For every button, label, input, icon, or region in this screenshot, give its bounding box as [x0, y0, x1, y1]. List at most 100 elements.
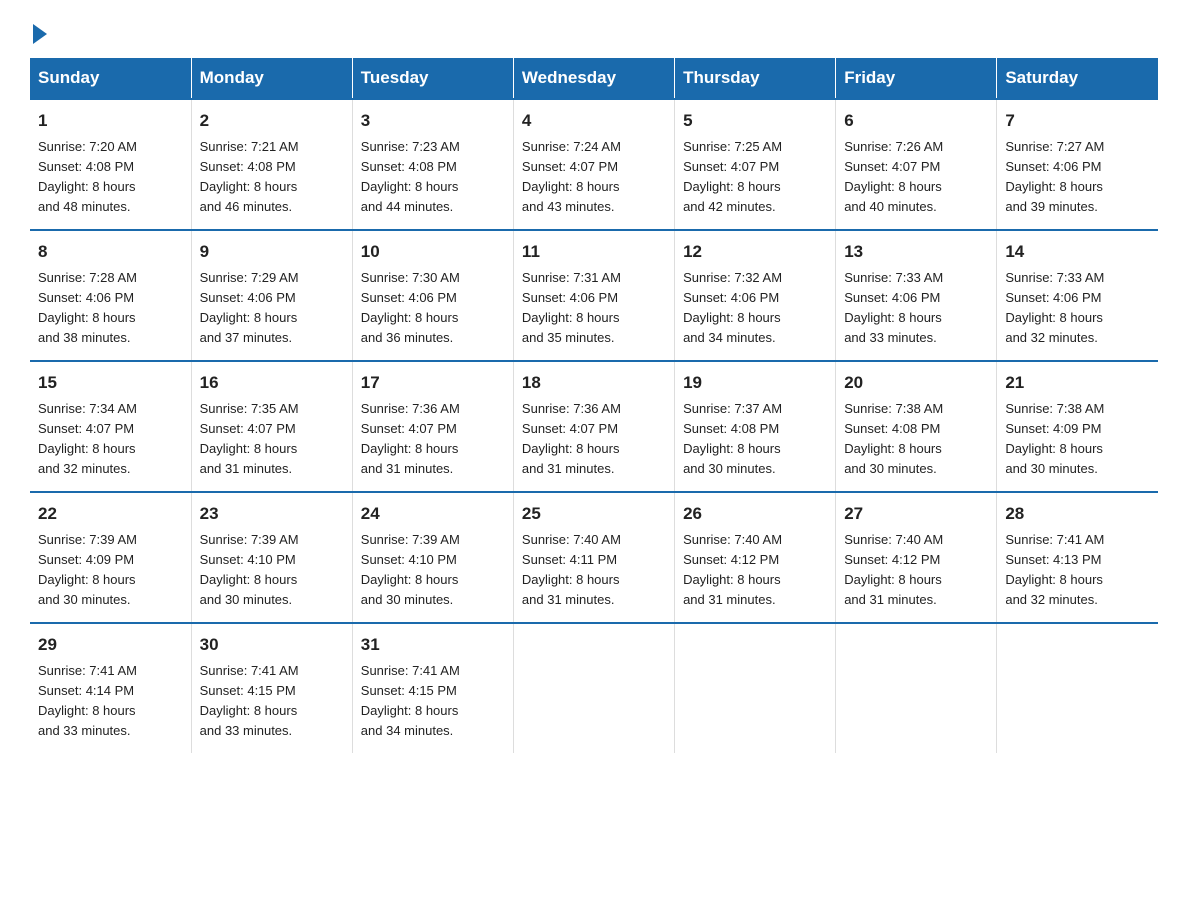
day-info: Sunrise: 7:39 AMSunset: 4:09 PMDaylight:… — [38, 530, 183, 611]
calendar-table: SundayMondayTuesdayWednesdayThursdayFrid… — [30, 58, 1158, 753]
day-info: Sunrise: 7:41 AMSunset: 4:15 PMDaylight:… — [361, 661, 505, 742]
calendar-day-cell: 12 Sunrise: 7:32 AMSunset: 4:06 PMDayligh… — [675, 230, 836, 361]
day-number: 31 — [361, 632, 505, 658]
day-info: Sunrise: 7:39 AMSunset: 4:10 PMDaylight:… — [200, 530, 344, 611]
logo — [30, 20, 47, 40]
calendar-day-cell: 7 Sunrise: 7:27 AMSunset: 4:06 PMDaylight… — [997, 99, 1158, 230]
day-number: 28 — [1005, 501, 1150, 527]
page-header — [30, 20, 1158, 40]
calendar-day-cell: 5Sunrise: 7:25 AMSunset: 4:07 PMDaylight… — [675, 99, 836, 230]
day-info: Sunrise: 7:32 AMSunset: 4:06 PMDaylight:… — [683, 268, 827, 349]
calendar-day-cell: 22 Sunrise: 7:39 AMSunset: 4:09 PMDayligh… — [30, 492, 191, 623]
day-info: Sunrise: 7:30 AMSunset: 4:06 PMDaylight:… — [361, 268, 505, 349]
day-info: Sunrise: 7:27 AMSunset: 4:06 PMDaylight:… — [1005, 137, 1150, 218]
day-number: 7 — [1005, 108, 1150, 134]
calendar-day-cell: 3 Sunrise: 7:23 AMSunset: 4:08 PMDaylight… — [352, 99, 513, 230]
calendar-day-cell: 9 Sunrise: 7:29 AMSunset: 4:06 PMDaylight… — [191, 230, 352, 361]
day-number: 17 — [361, 370, 505, 396]
day-info: Sunrise: 7:40 AMSunset: 4:11 PMDaylight:… — [522, 530, 666, 611]
day-number: 24 — [361, 501, 505, 527]
logo-arrow-icon — [33, 24, 47, 44]
header-day-tuesday: Tuesday — [352, 58, 513, 99]
day-number: 6 — [844, 108, 988, 134]
day-number: 23 — [200, 501, 344, 527]
header-day-sunday: Sunday — [30, 58, 191, 99]
day-number: 30 — [200, 632, 344, 658]
calendar-day-cell: 25 Sunrise: 7:40 AMSunset: 4:11 PMDayligh… — [513, 492, 674, 623]
day-number: 26 — [683, 501, 827, 527]
day-number: 14 — [1005, 239, 1150, 265]
calendar-day-cell: 10 Sunrise: 7:30 AMSunset: 4:06 PMDayligh… — [352, 230, 513, 361]
day-info: Sunrise: 7:41 AMSunset: 4:15 PMDaylight:… — [200, 661, 344, 742]
calendar-day-cell: 13 Sunrise: 7:33 AMSunset: 4:06 PMDayligh… — [836, 230, 997, 361]
header-day-monday: Monday — [191, 58, 352, 99]
day-number: 10 — [361, 239, 505, 265]
day-number: 11 — [522, 239, 666, 265]
calendar-day-cell — [836, 623, 997, 753]
calendar-day-cell: 18Sunrise: 7:36 AMSunset: 4:07 PMDayligh… — [513, 361, 674, 492]
calendar-day-cell: 23 Sunrise: 7:39 AMSunset: 4:10 PMDayligh… — [191, 492, 352, 623]
calendar-day-cell — [513, 623, 674, 753]
day-info: Sunrise: 7:33 AMSunset: 4:06 PMDaylight:… — [844, 268, 988, 349]
day-info: Sunrise: 7:20 AMSunset: 4:08 PMDaylight:… — [38, 137, 183, 218]
calendar-day-cell: 15 Sunrise: 7:34 AMSunset: 4:07 PMDayligh… — [30, 361, 191, 492]
header-day-wednesday: Wednesday — [513, 58, 674, 99]
calendar-day-cell: 26 Sunrise: 7:40 AMSunset: 4:12 PMDayligh… — [675, 492, 836, 623]
day-number: 4 — [522, 108, 666, 134]
day-info: Sunrise: 7:35 AMSunset: 4:07 PMDaylight:… — [200, 399, 344, 480]
day-number: 27 — [844, 501, 988, 527]
day-info: Sunrise: 7:40 AMSunset: 4:12 PMDaylight:… — [844, 530, 988, 611]
calendar-day-cell: 24 Sunrise: 7:39 AMSunset: 4:10 PMDayligh… — [352, 492, 513, 623]
calendar-day-cell: 19 Sunrise: 7:37 AMSunset: 4:08 PMDayligh… — [675, 361, 836, 492]
day-info: Sunrise: 7:36 AMSunset: 4:07 PMDaylight:… — [361, 399, 505, 480]
calendar-body: 1 Sunrise: 7:20 AMSunset: 4:08 PMDaylight… — [30, 99, 1158, 753]
day-number: 15 — [38, 370, 183, 396]
calendar-week-row: 1 Sunrise: 7:20 AMSunset: 4:08 PMDaylight… — [30, 99, 1158, 230]
calendar-day-cell: 16 Sunrise: 7:35 AMSunset: 4:07 PMDayligh… — [191, 361, 352, 492]
day-number: 12 — [683, 239, 827, 265]
day-info: Sunrise: 7:38 AMSunset: 4:08 PMDaylight:… — [844, 399, 988, 480]
calendar-day-cell: 28Sunrise: 7:41 AMSunset: 4:13 PMDayligh… — [997, 492, 1158, 623]
day-info: Sunrise: 7:31 AMSunset: 4:06 PMDaylight:… — [522, 268, 666, 349]
calendar-day-cell: 6 Sunrise: 7:26 AMSunset: 4:07 PMDaylight… — [836, 99, 997, 230]
day-info: Sunrise: 7:37 AMSunset: 4:08 PMDaylight:… — [683, 399, 827, 480]
day-info: Sunrise: 7:26 AMSunset: 4:07 PMDaylight:… — [844, 137, 988, 218]
day-number: 20 — [844, 370, 988, 396]
calendar-week-row: 29Sunrise: 7:41 AMSunset: 4:14 PMDayligh… — [30, 623, 1158, 753]
calendar-day-cell — [675, 623, 836, 753]
day-number: 9 — [200, 239, 344, 265]
calendar-day-cell: 11 Sunrise: 7:31 AMSunset: 4:06 PMDayligh… — [513, 230, 674, 361]
calendar-day-cell: 27 Sunrise: 7:40 AMSunset: 4:12 PMDayligh… — [836, 492, 997, 623]
calendar-week-row: 8 Sunrise: 7:28 AMSunset: 4:06 PMDaylight… — [30, 230, 1158, 361]
day-info: Sunrise: 7:23 AMSunset: 4:08 PMDaylight:… — [361, 137, 505, 218]
day-info: Sunrise: 7:28 AMSunset: 4:06 PMDaylight:… — [38, 268, 183, 349]
calendar-week-row: 15 Sunrise: 7:34 AMSunset: 4:07 PMDayligh… — [30, 361, 1158, 492]
header-day-thursday: Thursday — [675, 58, 836, 99]
day-info: Sunrise: 7:41 AMSunset: 4:14 PMDaylight:… — [38, 661, 183, 742]
calendar-day-cell: 29Sunrise: 7:41 AMSunset: 4:14 PMDayligh… — [30, 623, 191, 753]
day-info: Sunrise: 7:25 AMSunset: 4:07 PMDaylight:… — [683, 137, 827, 218]
day-number: 13 — [844, 239, 988, 265]
day-number: 16 — [200, 370, 344, 396]
day-info: Sunrise: 7:40 AMSunset: 4:12 PMDaylight:… — [683, 530, 827, 611]
day-number: 19 — [683, 370, 827, 396]
calendar-day-cell: 4Sunrise: 7:24 AMSunset: 4:07 PMDaylight… — [513, 99, 674, 230]
calendar-week-row: 22 Sunrise: 7:39 AMSunset: 4:09 PMDayligh… — [30, 492, 1158, 623]
day-number: 25 — [522, 501, 666, 527]
day-info: Sunrise: 7:29 AMSunset: 4:06 PMDaylight:… — [200, 268, 344, 349]
day-info: Sunrise: 7:38 AMSunset: 4:09 PMDaylight:… — [1005, 399, 1150, 480]
header-row: SundayMondayTuesdayWednesdayThursdayFrid… — [30, 58, 1158, 99]
day-info: Sunrise: 7:34 AMSunset: 4:07 PMDaylight:… — [38, 399, 183, 480]
day-number: 22 — [38, 501, 183, 527]
day-number: 2 — [200, 108, 344, 134]
calendar-day-cell: 21Sunrise: 7:38 AMSunset: 4:09 PMDayligh… — [997, 361, 1158, 492]
day-number: 8 — [38, 239, 183, 265]
day-number: 1 — [38, 108, 183, 134]
day-info: Sunrise: 7:33 AMSunset: 4:06 PMDaylight:… — [1005, 268, 1150, 349]
calendar-day-cell: 20 Sunrise: 7:38 AMSunset: 4:08 PMDayligh… — [836, 361, 997, 492]
day-number: 3 — [361, 108, 505, 134]
day-info: Sunrise: 7:39 AMSunset: 4:10 PMDaylight:… — [361, 530, 505, 611]
calendar-day-cell: 2Sunrise: 7:21 AMSunset: 4:08 PMDaylight… — [191, 99, 352, 230]
calendar-day-cell: 14 Sunrise: 7:33 AMSunset: 4:06 PMDayligh… — [997, 230, 1158, 361]
calendar-day-cell: 31 Sunrise: 7:41 AMSunset: 4:15 PMDayligh… — [352, 623, 513, 753]
